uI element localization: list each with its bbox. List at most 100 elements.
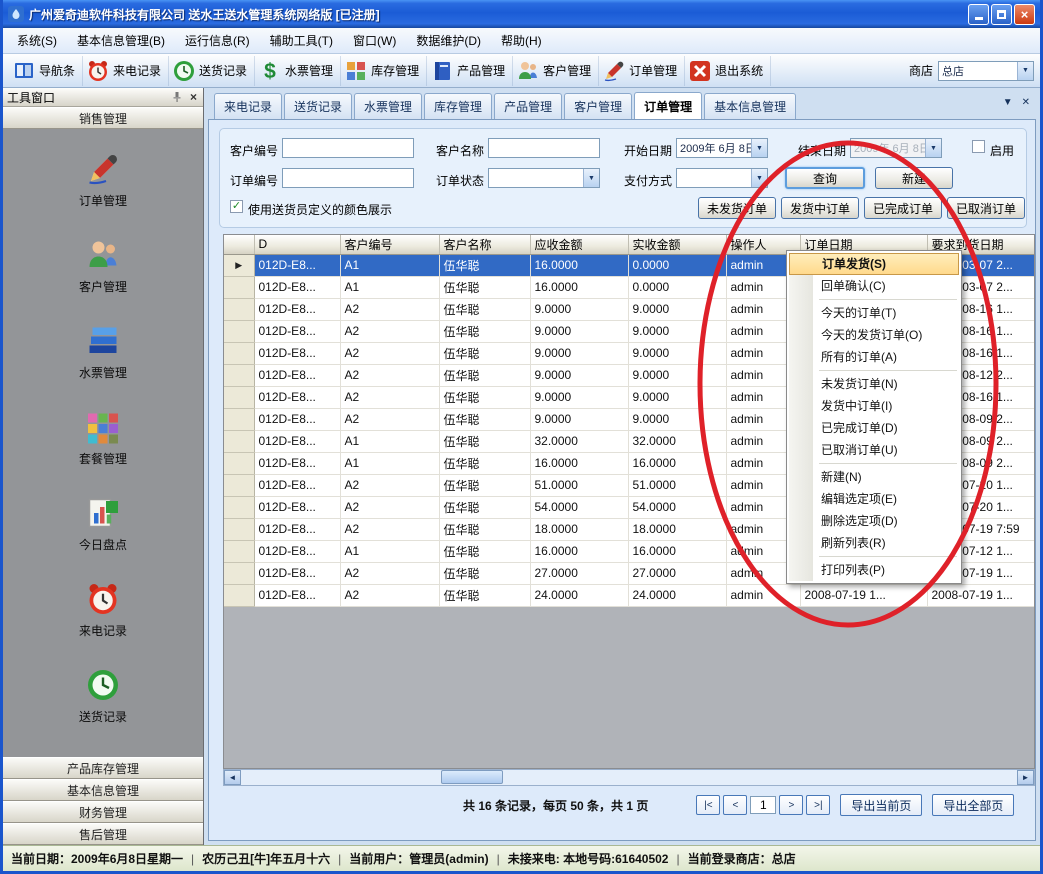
context-menu-item-all-orders[interactable]: 所有的订单(A) <box>789 346 959 368</box>
next-page-button[interactable]: > <box>779 795 803 815</box>
chevron-down-icon[interactable] <box>925 139 941 157</box>
sidebar-item-orders[interactable]: 订单管理 <box>3 137 203 223</box>
toolbar-button-call-records[interactable]: 来电记录 <box>83 56 169 86</box>
row-selector[interactable] <box>224 562 254 584</box>
sidebar-section-1[interactable]: 基本信息管理 <box>3 779 203 801</box>
end-date-picker[interactable]: 2009年 6月 8日 <box>850 138 942 158</box>
column-header-5[interactable]: 实收金额 <box>628 235 726 254</box>
context-menu-item-refresh-list[interactable]: 刷新列表(R) <box>789 532 959 554</box>
pay-method-select[interactable] <box>676 168 768 188</box>
sidebar-section-0[interactable]: 产品库存管理 <box>3 757 203 779</box>
row-selector[interactable] <box>224 540 254 562</box>
toolbar-button-customers[interactable]: 客户管理 <box>513 56 599 86</box>
chevron-down-icon[interactable] <box>751 169 767 187</box>
column-header-0[interactable] <box>224 235 254 254</box>
order-status-select[interactable] <box>488 168 600 188</box>
context-menu-item-completed-orders[interactable]: 已完成订单(D) <box>789 417 959 439</box>
column-header-1[interactable]: D <box>254 235 340 254</box>
row-selector[interactable] <box>224 452 254 474</box>
context-menu-item-cancelled-orders[interactable]: 已取消订单(U) <box>789 439 959 461</box>
scroll-left-icon[interactable] <box>224 770 241 785</box>
context-menu-item-today-orders[interactable]: 今天的订单(T) <box>789 302 959 324</box>
menu-item-4[interactable]: 窗口(W) <box>343 28 406 53</box>
close-button[interactable] <box>1014 4 1035 25</box>
sidebar-item-customers[interactable]: 客户管理 <box>3 223 203 309</box>
row-selector[interactable] <box>224 342 254 364</box>
toolbar-button-delivery-records[interactable]: 送货记录 <box>169 56 255 86</box>
tab-water-tickets[interactable]: 水票管理 <box>354 93 422 119</box>
tab-delivery-records[interactable]: 送货记录 <box>284 93 352 119</box>
context-menu-item-new[interactable]: 新建(N) <box>789 466 959 488</box>
context-menu-item-unshipped-orders[interactable]: 未发货订单(N) <box>789 373 959 395</box>
tab-orders[interactable]: 订单管理 <box>634 92 702 119</box>
row-selector[interactable] <box>224 518 254 540</box>
row-selector[interactable]: ▶ <box>224 254 254 276</box>
filter-button-completed-orders[interactable]: 已完成订单 <box>864 197 942 219</box>
store-combobox[interactable]: 总店 <box>938 61 1034 81</box>
context-menu-item-ship-order[interactable]: 订单发货(S) <box>789 253 959 275</box>
menu-item-6[interactable]: 帮助(H) <box>491 28 552 53</box>
row-selector[interactable] <box>224 386 254 408</box>
page-number-input[interactable] <box>750 796 776 814</box>
customer-no-input[interactable] <box>282 138 414 158</box>
last-page-button[interactable]: >| <box>806 795 830 815</box>
start-date-picker[interactable]: 2009年 6月 8日 <box>676 138 768 158</box>
filter-button-unshipped-orders[interactable]: 未发货订单 <box>698 197 776 219</box>
scrollbar-track[interactable] <box>241 770 1017 785</box>
row-selector[interactable] <box>224 408 254 430</box>
column-header-3[interactable]: 客户名称 <box>439 235 530 254</box>
pin-icon[interactable] <box>171 91 183 103</box>
chevron-down-icon[interactable] <box>1003 97 1013 108</box>
horizontal-scrollbar[interactable] <box>223 769 1035 786</box>
toolbar-button-water-tickets[interactable]: $水票管理 <box>255 56 341 86</box>
tab-customers[interactable]: 客户管理 <box>564 93 632 119</box>
tab-products[interactable]: 产品管理 <box>494 93 562 119</box>
menu-item-0[interactable]: 系统(S) <box>7 28 67 53</box>
sidebar-item-packages[interactable]: 套餐管理 <box>3 395 203 481</box>
chevron-down-icon[interactable] <box>751 139 767 157</box>
row-selector[interactable] <box>224 496 254 518</box>
enable-checkbox[interactable] <box>972 140 985 153</box>
table-row[interactable]: 012D-E8...A2伍华聪24.000024.0000admin2008-0… <box>224 584 1034 606</box>
row-selector[interactable] <box>224 474 254 496</box>
tab-inventory[interactable]: 库存管理 <box>424 93 492 119</box>
context-menu-item-print-list[interactable]: 打印列表(P) <box>789 559 959 581</box>
toolbar-button-exit[interactable]: 退出系统 <box>685 56 771 86</box>
column-header-4[interactable]: 应收金额 <box>530 235 628 254</box>
chevron-down-icon[interactable] <box>583 169 599 187</box>
close-icon[interactable] <box>188 90 199 104</box>
sidebar-section-2[interactable]: 财务管理 <box>3 801 203 823</box>
sidebar-item-call-records[interactable]: 来电记录 <box>3 567 203 653</box>
toolbar-button-inventory[interactable]: 库存管理 <box>341 56 427 86</box>
export-all-pages-button[interactable]: 导出全部页 <box>932 794 1014 816</box>
row-selector[interactable] <box>224 320 254 342</box>
sidebar-item-delivery-records[interactable]: 送货记录 <box>3 653 203 739</box>
row-selector[interactable] <box>224 430 254 452</box>
context-menu-item-delete-selected[interactable]: 删除选定项(D) <box>789 510 959 532</box>
query-button[interactable]: 查询 <box>785 167 865 189</box>
chevron-down-icon[interactable] <box>1017 62 1033 80</box>
filter-button-cancelled-orders[interactable]: 已取消订单 <box>947 197 1025 219</box>
context-menu-item-shipping-orders[interactable]: 发货中订单(I) <box>789 395 959 417</box>
color-display-checkbox[interactable] <box>230 200 243 213</box>
close-icon[interactable] <box>1022 97 1030 108</box>
row-selector[interactable] <box>224 276 254 298</box>
menu-item-5[interactable]: 数据维护(D) <box>406 28 491 53</box>
order-no-input[interactable] <box>282 168 414 188</box>
sidebar-item-daily-check[interactable]: 今日盘点 <box>3 481 203 567</box>
scroll-right-icon[interactable] <box>1017 770 1034 785</box>
tab-call-records[interactable]: 来电记录 <box>214 93 282 119</box>
context-menu-item-receipt-confirm[interactable]: 回单确认(C) <box>789 275 959 297</box>
menu-item-1[interactable]: 基本信息管理(B) <box>67 28 175 53</box>
maximize-button[interactable] <box>991 4 1012 25</box>
filter-button-shipping-orders[interactable]: 发货中订单 <box>781 197 859 219</box>
sidebar-item-water-tickets[interactable]: 水票管理 <box>3 309 203 395</box>
toolbar-button-navigator[interactable]: 导航条 <box>9 56 83 86</box>
row-selector[interactable] <box>224 364 254 386</box>
sidebar-section-3[interactable]: 售后管理 <box>3 823 203 845</box>
column-header-2[interactable]: 客户编号 <box>340 235 439 254</box>
tab-basic-info[interactable]: 基本信息管理 <box>704 93 796 119</box>
new-button[interactable]: 新建 <box>875 167 953 189</box>
minimize-button[interactable] <box>968 4 989 25</box>
customer-name-input[interactable] <box>488 138 600 158</box>
